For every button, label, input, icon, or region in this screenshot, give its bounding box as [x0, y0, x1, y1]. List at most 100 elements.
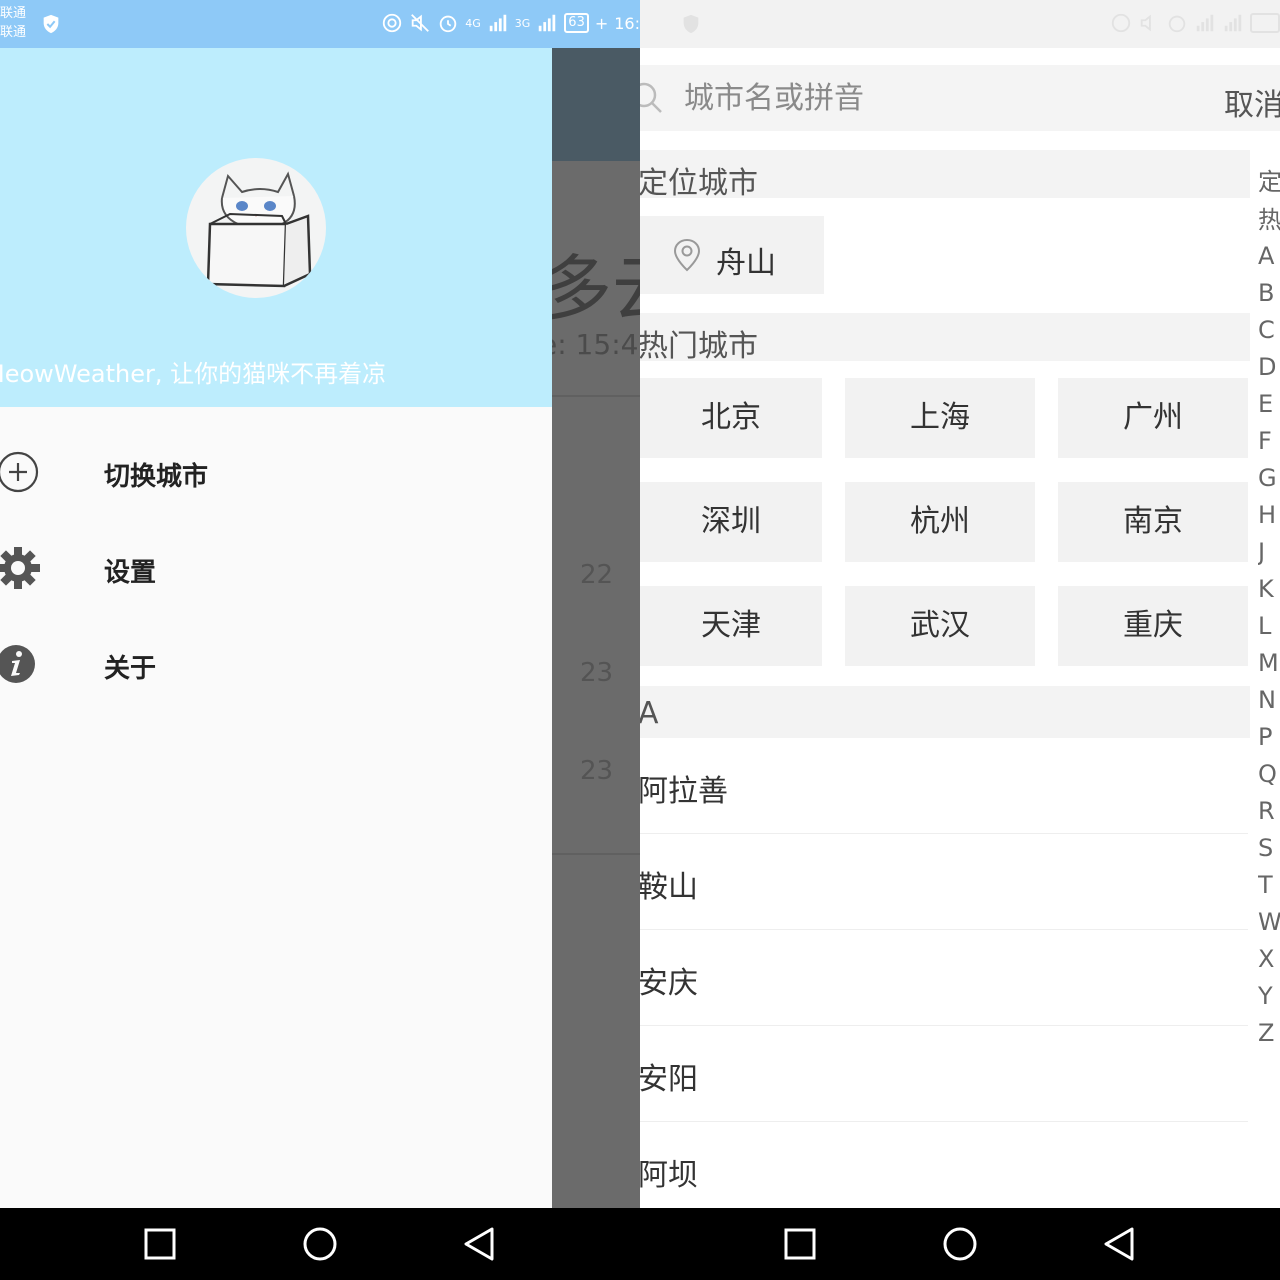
index-letter[interactable]: M — [1258, 649, 1279, 677]
index-letter[interactable]: J — [1258, 538, 1265, 566]
hot-city-button[interactable]: 武汉 — [845, 586, 1035, 666]
section-header-letter-a: A — [640, 686, 1250, 738]
city-name: 安庆 — [640, 966, 698, 1001]
index-letter[interactable]: B — [1258, 279, 1274, 307]
back-icon[interactable] — [1102, 1226, 1138, 1262]
city-list-item[interactable]: 安阳 — [640, 1026, 1248, 1122]
hot-city-button[interactable]: 北京 — [640, 378, 822, 458]
alarm-icon — [1168, 15, 1186, 33]
nfc-icon — [383, 13, 402, 33]
recent-apps-icon[interactable] — [142, 1226, 178, 1262]
location-city-button[interactable]: 舟山 — [640, 216, 824, 294]
index-letter[interactable]: H — [1258, 501, 1276, 529]
location-city-label: 舟山 — [716, 246, 776, 281]
info-icon — [0, 645, 35, 683]
recent-apps-icon[interactable] — [782, 1226, 818, 1262]
menu-item-switch-city[interactable]: 切换城市 — [0, 428, 552, 518]
shield-check-icon — [683, 14, 699, 34]
index-letter[interactable]: R — [1258, 797, 1275, 825]
back-icon[interactable] — [462, 1226, 498, 1262]
status-icons — [1110, 12, 1280, 34]
index-label[interactable]: 定 — [1258, 162, 1280, 197]
app-slogan: MeowWeather, 让你的猫咪不再着凉 — [0, 360, 387, 388]
cat-in-box-icon — [206, 171, 312, 288]
section-title: 定位城市 — [640, 166, 758, 201]
forecast-temp: 22 — [580, 560, 614, 590]
location-pin-icon — [673, 238, 701, 272]
index-letter[interactable]: Z — [1258, 1019, 1274, 1047]
index-letter[interactable]: T — [1258, 871, 1273, 899]
hot-city-button[interactable]: 广州 — [1058, 378, 1248, 458]
index-letter[interactable]: Y — [1258, 982, 1273, 1010]
index-letter[interactable]: Q — [1258, 760, 1277, 788]
gear-icon — [0, 547, 40, 589]
signal-icon — [489, 14, 507, 32]
city-list-item[interactable]: 阿坝 — [640, 1122, 1248, 1218]
index-letter[interactable]: N — [1258, 686, 1276, 714]
cancel-button[interactable]: 取消 — [1224, 80, 1280, 124]
weather-condition: 多云 — [540, 247, 640, 331]
search-box[interactable] — [640, 65, 1280, 131]
status-bar — [640, 0, 1280, 48]
index-letter[interactable]: E — [1258, 390, 1273, 418]
index-letter[interactable]: K — [1258, 575, 1274, 603]
index-letter[interactable]: D — [1258, 353, 1276, 381]
menu-item-settings[interactable]: 设置 — [0, 524, 552, 614]
shield-check-icon — [43, 14, 59, 34]
index-letter[interactable]: C — [1258, 316, 1275, 344]
hot-city-button[interactable]: 深圳 — [640, 482, 822, 562]
alphabet-index-bar[interactable]: 定 热 ABCDEFGHJKLMNPQRSTWXYZ — [1258, 150, 1280, 1208]
city-list-item[interactable]: 阿拉善 — [640, 738, 1248, 834]
mute-icon — [1140, 14, 1151, 32]
network-type-1: 4G — [465, 16, 481, 30]
divider — [552, 395, 640, 397]
menu-item-label: 关于 — [104, 654, 157, 684]
hot-city-button[interactable]: 杭州 — [845, 482, 1035, 562]
battery-level: 63 — [564, 13, 589, 33]
avatar[interactable] — [186, 158, 326, 298]
update-time: e: 15:47 — [540, 328, 640, 361]
index-letter[interactable]: X — [1258, 945, 1274, 973]
add-circle-icon — [0, 451, 39, 493]
menu-item-label: 切换城市 — [104, 462, 209, 492]
city-name: 阿坝 — [640, 1158, 698, 1193]
city-name: 安阳 — [640, 1062, 698, 1097]
forecast-temp: 23 — [580, 658, 614, 688]
hot-city-button[interactable]: 南京 — [1058, 482, 1248, 562]
menu-item-about[interactable]: 关于 — [0, 620, 552, 710]
hot-city-button[interactable]: 上海 — [845, 378, 1035, 458]
signal-icon — [1224, 14, 1242, 32]
home-icon[interactable] — [942, 1226, 978, 1262]
index-label[interactable]: 热 — [1258, 200, 1280, 235]
divider — [552, 853, 640, 855]
index-letter[interactable]: S — [1258, 834, 1273, 862]
network-type-2: 3G — [514, 16, 531, 30]
index-letter[interactable]: P — [1258, 723, 1272, 751]
city-list-item[interactable]: 安庆 — [640, 930, 1248, 1026]
city-picker-screen: 取消 定位城市 舟山 热门城市 北京 上海 广州 深圳 杭州 南京 天津 武汉 … — [640, 0, 1280, 1280]
status-icons: 4G 3G 63 + 16: — [381, 12, 640, 34]
city-list-item[interactable]: 鞍山 — [640, 834, 1248, 930]
clock: 16: — [614, 13, 640, 33]
signal-icon — [1196, 14, 1214, 32]
index-letter[interactable]: L — [1258, 612, 1271, 640]
alarm-icon — [439, 15, 457, 33]
signal-icon — [539, 14, 556, 32]
home-icon[interactable] — [302, 1226, 338, 1262]
weather-screen-with-drawer: 联通 联通 4G 3G 63 + 16: 多云 e: 15:47 22 23 2… — [0, 0, 640, 1280]
hot-city-button[interactable]: 重庆 — [1058, 586, 1248, 666]
index-letter[interactable]: W — [1258, 908, 1280, 936]
section-header-location: 定位城市 — [640, 150, 1250, 201]
forecast-temp: 23 — [580, 756, 614, 786]
drawer-header: MeowWeather, 让你的猫咪不再着凉 — [0, 48, 552, 407]
carrier-1: 联通 — [0, 6, 27, 21]
index-letter[interactable]: G — [1258, 464, 1277, 492]
battery-level — [1250, 13, 1280, 33]
hot-city-button[interactable]: 天津 — [640, 586, 822, 666]
city-name: 鞍山 — [640, 870, 698, 905]
mute-icon — [411, 14, 430, 32]
index-letter[interactable]: F — [1258, 427, 1272, 455]
search-input[interactable] — [684, 65, 1104, 131]
index-letter[interactable]: A — [1258, 242, 1274, 270]
status-bar: 联通 联通 4G 3G 63 + 16: — [0, 0, 640, 48]
